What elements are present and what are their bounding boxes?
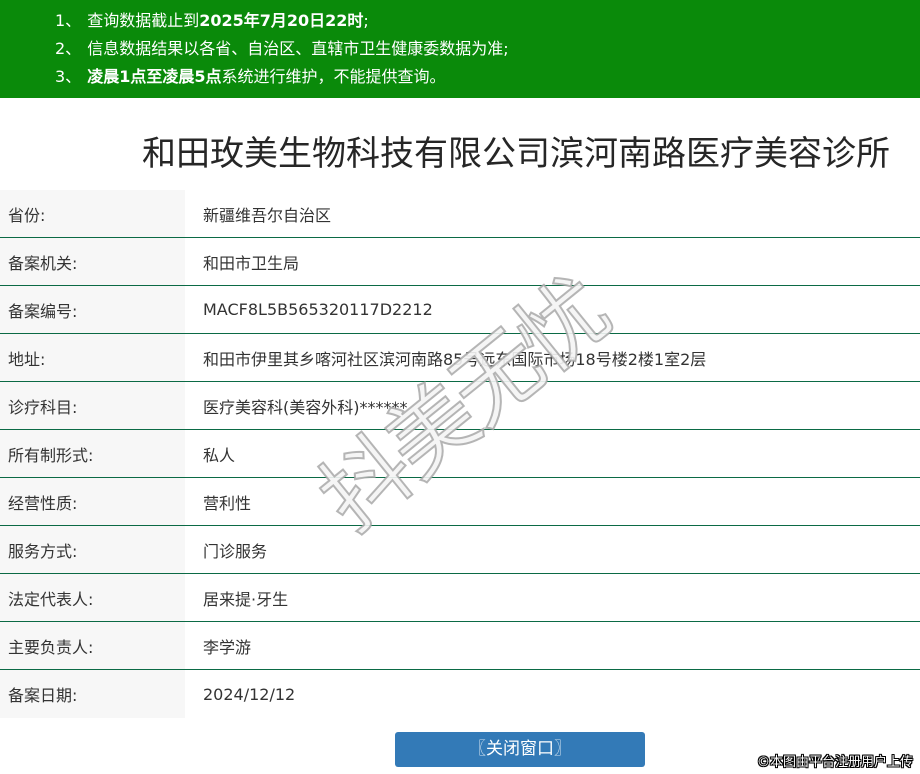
row-value: 营利性 [203, 493, 252, 513]
table-row-registration-authority: 备案机关: 和田市卫生局 [0, 238, 920, 286]
table-row-ownership-form: 所有制形式: 私人 [0, 430, 920, 478]
row-label: 经营性质: [0, 478, 185, 525]
row-label: 地址: [0, 334, 185, 381]
notice-banner: 1、 查询数据截止到2025年7月20日22时; 2、 信息数据结果以各省、自治区、… [0, 0, 920, 98]
notice-line-1: 1、 查询数据截止到2025年7月20日22时; [55, 7, 910, 35]
notice-line-2: 2、 信息数据结果以各省、自治区、直辖市卫生健康委数据为准; [55, 35, 910, 63]
institution-info-table: 省份: 新疆维吾尔自治区 备案机关: 和田市卫生局 备案编号: MACF8L5B… [0, 190, 920, 718]
table-row-address: 地址: 和田市伊里其乡喀河社区滨河南路85号远东国际市场18号楼2楼1室2层 [0, 334, 920, 382]
notice-text-bold: 凌晨1点至凌晨5点 [87, 67, 222, 86]
table-row-legal-representative: 法定代表人: 居来提·牙生 [0, 574, 920, 622]
notice-text: 信息数据结果以各省、自治区、直辖市卫生健康委数据为准; [87, 39, 509, 58]
table-row-province: 省份: 新疆维吾尔自治区 [0, 190, 920, 238]
table-row-operation-nature: 经营性质: 营利性 [0, 478, 920, 526]
close-window-button[interactable]: 〖关闭窗口〗 [395, 732, 645, 767]
notice-text: ; [363, 11, 369, 30]
table-row-registration-date: 备案日期: 2024/12/12 [0, 670, 920, 718]
row-label: 备案日期: [0, 670, 185, 718]
notice-number: 3、 [55, 67, 82, 86]
notice-number: 1、 [55, 11, 82, 30]
table-row-medical-subjects: 诊疗科目: 医疗美容科(美容外科)****** [0, 382, 920, 430]
notice-line-3: 3、 凌晨1点至凌晨5点系统进行维护，不能提供查询。 [55, 63, 910, 91]
row-label: 备案编号: [0, 286, 185, 333]
upload-credit-text: ©本图由平台注册用户上传 [756, 755, 913, 770]
notice-text: 系统进行维护，不能提供查询。 [221, 67, 446, 86]
row-value: 居来提·牙生 [203, 589, 289, 609]
row-value: 门诊服务 [203, 541, 268, 561]
row-label: 主要负责人: [0, 622, 185, 669]
row-value: 医疗美容科(美容外科)****** [203, 397, 408, 417]
row-label: 省份: [0, 190, 185, 237]
row-value: 和田市伊里其乡喀河社区滨河南路85号远东国际市场18号楼2楼1室2层 [203, 349, 707, 369]
notice-text-bold: 2025年7月20日22时 [199, 11, 364, 30]
row-label: 法定代表人: [0, 574, 185, 621]
page-title: 和田玫美生物科技有限公司滨河南路医疗美容诊所 [142, 134, 890, 174]
table-row-principal: 主要负责人: 李学游 [0, 622, 920, 670]
notice-text: 查询数据截止到 [87, 11, 200, 30]
row-label: 所有制形式: [0, 430, 185, 477]
notice-number: 2、 [55, 39, 82, 58]
row-value: MACF8L5B565320117D2212 [203, 300, 433, 319]
row-label: 诊疗科目: [0, 382, 185, 429]
row-value: 新疆维吾尔自治区 [203, 205, 332, 225]
row-value: 李学游 [203, 637, 252, 657]
row-label: 备案机关: [0, 238, 185, 285]
row-value: 私人 [203, 445, 236, 465]
row-value: 和田市卫生局 [203, 253, 300, 273]
row-value: 2024/12/12 [203, 684, 296, 704]
table-row-registration-number: 备案编号: MACF8L5B565320117D2212 [0, 286, 920, 334]
table-row-service-mode: 服务方式: 门诊服务 [0, 526, 920, 574]
row-label: 服务方式: [0, 526, 185, 573]
